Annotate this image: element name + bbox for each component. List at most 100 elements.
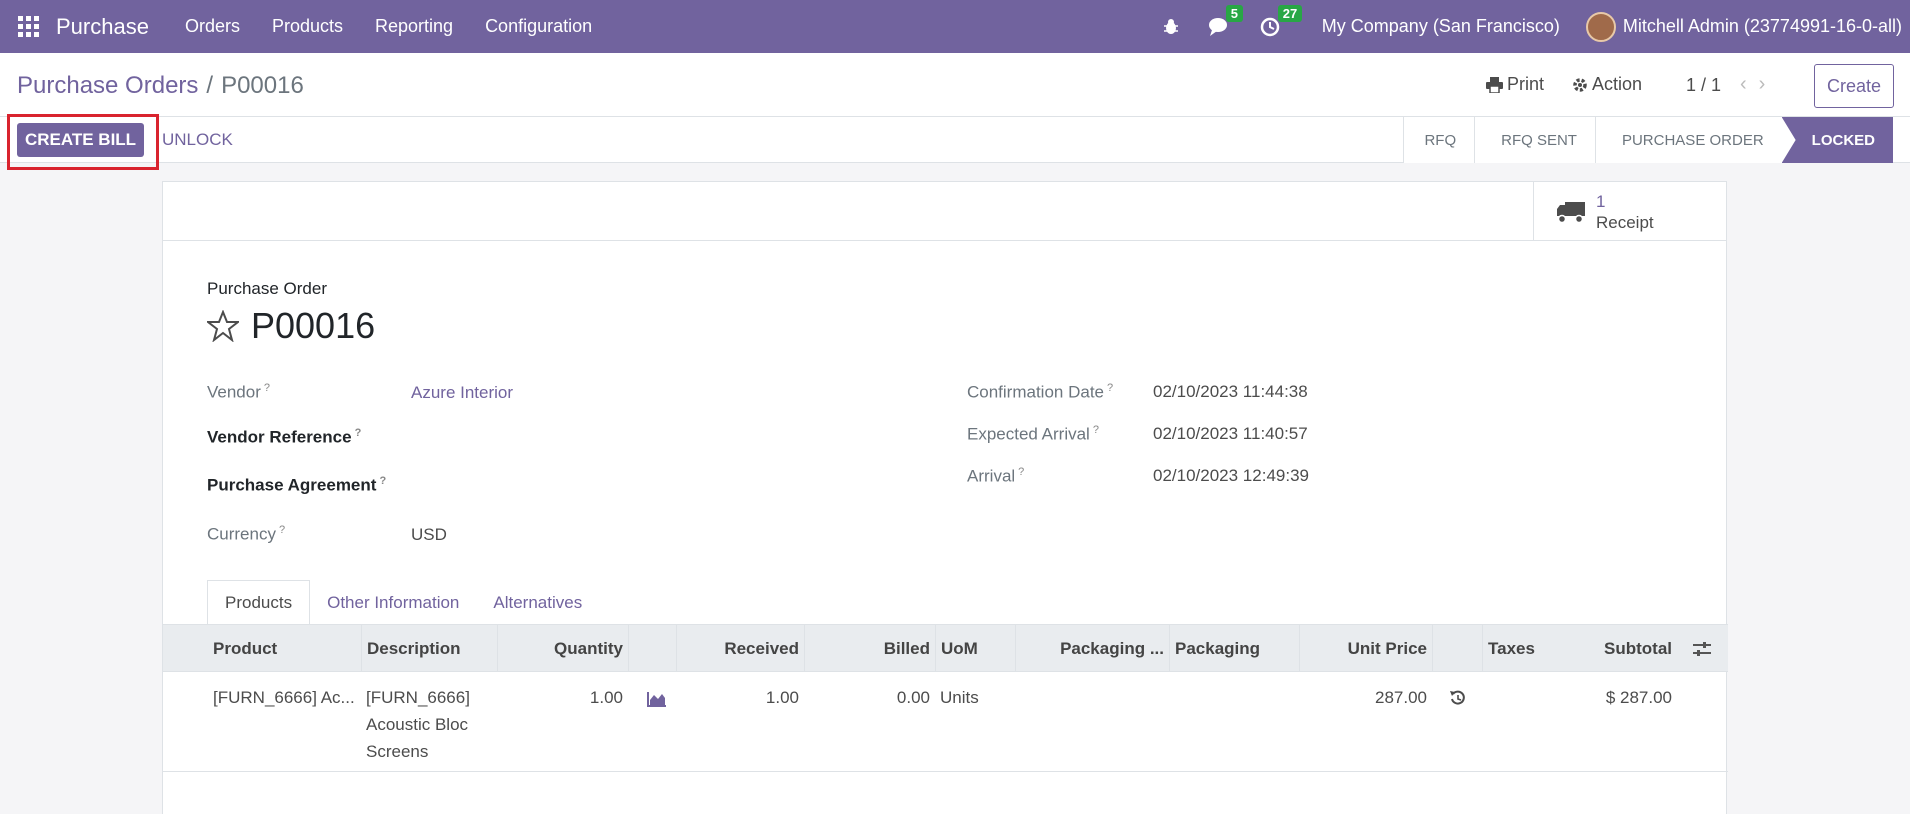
- print-icon: [1486, 76, 1503, 93]
- stage-rfq[interactable]: RFQ: [1403, 117, 1475, 163]
- help-mark: ?: [278, 524, 286, 536]
- company-switcher[interactable]: My Company (San Francisco): [1322, 16, 1560, 37]
- receipt-label: Receipt: [1596, 212, 1654, 232]
- col-subtotal[interactable]: Subtotal: [1533, 625, 1677, 672]
- print-button[interactable]: Print: [1486, 74, 1544, 95]
- help-mark: ?: [1018, 466, 1025, 478]
- menu-products[interactable]: Products: [256, 16, 359, 37]
- stage-purchase-order[interactable]: PURCHASE ORDER: [1594, 117, 1782, 163]
- breadcrumb: Purchase Orders / P00016: [17, 72, 304, 100]
- order-lines-table: Product Description Quantity Received Bi…: [163, 624, 1728, 772]
- cell-uom[interactable]: Units: [935, 684, 1015, 711]
- col-packaging-qty[interactable]: Packaging ...: [1015, 625, 1169, 672]
- app-name[interactable]: Purchase: [56, 14, 149, 40]
- menu-orders[interactable]: Orders: [169, 16, 256, 37]
- document-name: P00016: [251, 305, 376, 346]
- messages-icon[interactable]: 5: [1208, 4, 1244, 37]
- forecast-chart-icon[interactable]: [642, 688, 672, 715]
- col-packaging[interactable]: Packaging: [1169, 625, 1299, 672]
- col-received[interactable]: Received: [676, 625, 804, 672]
- col-product[interactable]: Product: [208, 625, 361, 672]
- document-heading: P00016: [207, 305, 375, 347]
- pager-arrows: ‹›: [1740, 73, 1777, 96]
- help-mark: ?: [1092, 424, 1099, 436]
- create-button[interactable]: Create: [1814, 64, 1894, 108]
- cell-product[interactable]: [FURN_6666] Ac...: [208, 684, 361, 711]
- help-mark: ?: [354, 427, 362, 439]
- arrival-label-text: Arrival: [967, 466, 1016, 486]
- description-line: Acoustic Bloc: [366, 715, 469, 734]
- confirmation-date-label: Confirmation Date?: [967, 382, 1113, 403]
- unlock-button[interactable]: UNLOCK: [162, 130, 233, 150]
- reset-price-icon[interactable]: [1444, 688, 1472, 715]
- action-button[interactable]: Action: [1572, 74, 1642, 95]
- arrival-field[interactable]: 02/10/2023 12:49:39: [1153, 466, 1309, 486]
- purchase-agreement-field[interactable]: [411, 475, 811, 499]
- currency-label-text: Currency: [207, 524, 276, 544]
- stage-pipeline: RFQ RFQ SENT PURCHASE ORDER LOCKED: [1403, 117, 1893, 163]
- col-billed[interactable]: Billed: [804, 625, 935, 672]
- messages-badge: 5: [1225, 4, 1244, 22]
- cell-billed[interactable]: 0.00: [804, 684, 935, 711]
- form-sheet: 1 Receipt Purchase Order P00016 Vendor? …: [162, 181, 1728, 814]
- cell-subtotal: $ 287.00: [1605, 688, 1672, 707]
- menu-configuration[interactable]: Configuration: [469, 16, 608, 37]
- vendor-reference-field[interactable]: [411, 427, 811, 451]
- breadcrumb-separator: /: [206, 72, 214, 99]
- tab-other-information[interactable]: Other Information: [310, 580, 476, 625]
- currency-label: Currency?: [207, 524, 285, 545]
- vendor-reference-label-text: Vendor Reference: [207, 427, 352, 447]
- breadcrumb-parent[interactable]: Purchase Orders: [17, 72, 198, 99]
- purchase-agreement-label-text: Purchase Agreement: [207, 475, 377, 495]
- user-avatar[interactable]: [1585, 11, 1616, 42]
- cell-unit-price[interactable]: 287.00: [1299, 684, 1432, 711]
- table-row[interactable]: [FURN_6666] Ac... [FURN_6666] Acoustic B…: [163, 672, 1728, 772]
- col-uom[interactable]: UoM: [935, 625, 1015, 672]
- stage-locked[interactable]: LOCKED: [1781, 117, 1893, 163]
- document-type-title: Purchase Order: [207, 279, 327, 298]
- help-mark: ?: [263, 382, 271, 394]
- pager-value[interactable]: 1 / 1: [1686, 75, 1721, 96]
- notebook-tabs: Products Other Information Alternatives: [207, 580, 599, 625]
- cell-description[interactable]: [FURN_6666] Acoustic Bloc Screens: [361, 684, 497, 765]
- col-forecast: [628, 625, 676, 672]
- top-navbar: Purchase Orders Products Reporting Confi…: [0, 0, 1910, 53]
- create-bill-button[interactable]: CREATE BILL: [17, 123, 144, 157]
- activities-badge: 27: [1277, 4, 1303, 22]
- breadcrumb-current: P00016: [221, 72, 304, 99]
- activities-icon[interactable]: 27: [1260, 4, 1303, 37]
- receipt-smart-button[interactable]: 1 Receipt: [1533, 182, 1728, 241]
- help-mark: ?: [1107, 382, 1114, 394]
- confirmation-date-field[interactable]: 02/10/2023 11:44:38: [1153, 382, 1308, 402]
- help-mark: ?: [379, 475, 387, 487]
- receipt-count: 1: [1596, 191, 1606, 211]
- cell-quantity[interactable]: 1.00: [497, 684, 628, 711]
- confirmation-date-label-text: Confirmation Date: [967, 382, 1105, 402]
- col-unit-price[interactable]: Unit Price: [1299, 625, 1432, 672]
- stage-rfq-sent[interactable]: RFQ SENT: [1474, 117, 1595, 163]
- vendor-field[interactable]: Azure Interior: [411, 383, 513, 403]
- tab-alternatives[interactable]: Alternatives: [476, 580, 599, 625]
- truck-icon: [1557, 201, 1585, 223]
- control-panel: Purchase Orders / P00016 Print Action 1 / …: [0, 53, 1910, 117]
- button-box: 1 Receipt: [163, 182, 1726, 241]
- col-quantity[interactable]: Quantity: [497, 625, 628, 672]
- arrival-label: Arrival?: [967, 466, 1024, 487]
- app-grid-icon[interactable]: [18, 15, 40, 38]
- purchase-agreement-label: Purchase Agreement?: [207, 475, 386, 496]
- vendor-reference-label: Vendor Reference?: [207, 427, 361, 448]
- expected-arrival-field[interactable]: 02/10/2023 11:40:57: [1153, 424, 1308, 444]
- star-icon[interactable]: [207, 310, 239, 342]
- pager-next-icon[interactable]: ›: [1759, 73, 1778, 95]
- currency-field[interactable]: USD: [411, 525, 447, 545]
- menu-reporting[interactable]: Reporting: [359, 16, 469, 37]
- col-description[interactable]: Description: [361, 625, 497, 672]
- cell-received[interactable]: 1.00: [676, 684, 804, 711]
- user-menu[interactable]: Mitchell Admin (23774991-16-0-all): [1623, 16, 1902, 37]
- optional-columns-icon[interactable]: [1677, 625, 1727, 672]
- description-line: [FURN_6666]: [366, 688, 470, 707]
- status-bar: CREATE BILL UNLOCK RFQ RFQ SENT PURCHASE…: [0, 114, 1910, 170]
- tab-products[interactable]: Products: [207, 580, 311, 625]
- pager-previous-icon[interactable]: ‹: [1740, 73, 1759, 95]
- debug-icon[interactable]: [1162, 18, 1180, 36]
